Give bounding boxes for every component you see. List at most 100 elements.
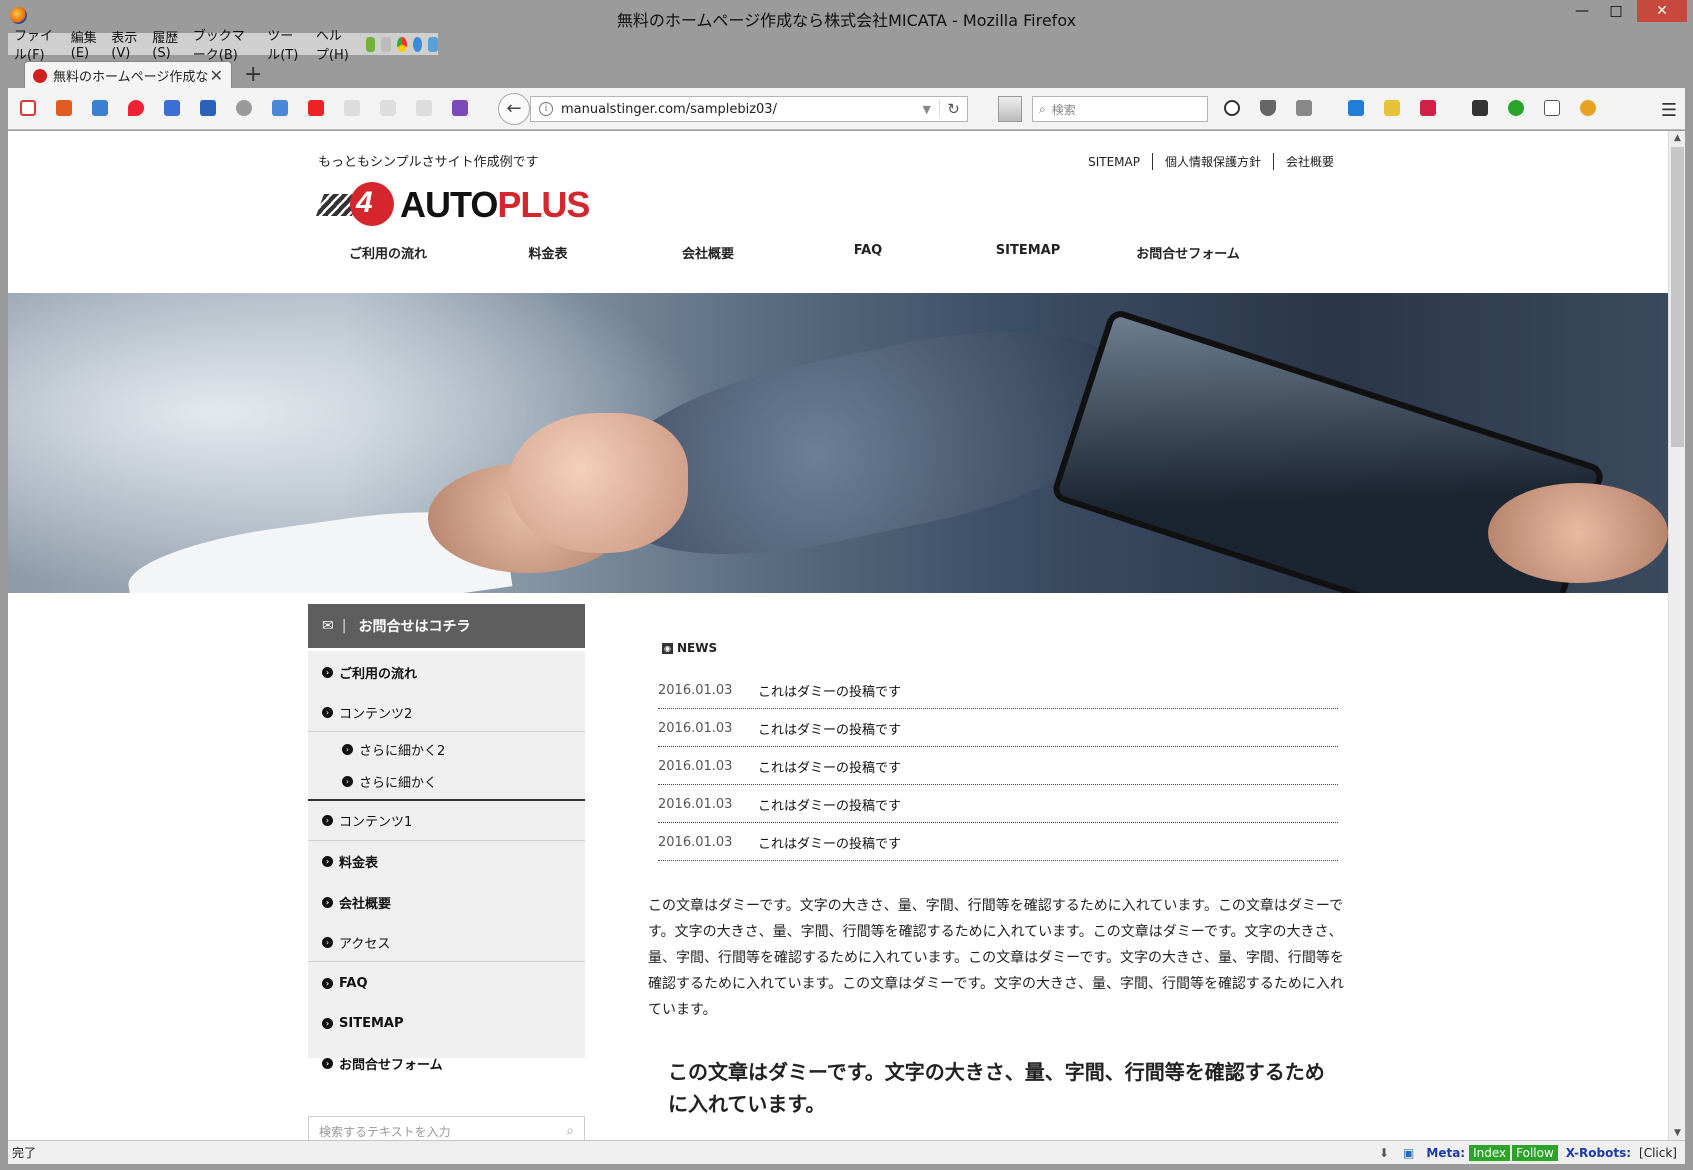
maximize-button[interactable]: □ <box>1601 0 1631 22</box>
toolbar-button[interactable] <box>998 96 1022 122</box>
bookmark-icon[interactable] <box>200 100 216 116</box>
envelope-icon: ✉ <box>322 618 334 634</box>
sidebar-search-input[interactable]: 検索するテキストを入力 ⌕ <box>308 1116 585 1140</box>
pocket-icon[interactable] <box>1260 100 1276 116</box>
sidebar-item-company[interactable]: › 会社概要 <box>308 881 585 923</box>
bookmark-icon[interactable] <box>344 100 360 116</box>
news-title[interactable]: これはダミーの投稿です <box>758 795 901 814</box>
tool-icon[interactable] <box>428 36 438 52</box>
back-button[interactable]: ← <box>498 93 530 125</box>
scroll-thumb[interactable] <box>1671 147 1684 447</box>
meta-follow-badge: Follow <box>1512 1144 1558 1161</box>
sidebar-subitem-detail2[interactable]: › さらに細かく2 <box>308 733 585 765</box>
xrobots-click[interactable]: [Click] <box>1635 1146 1685 1160</box>
sidebar-item-pricing[interactable]: › 料金表 <box>308 841 585 881</box>
header-link-company[interactable]: 会社概要 <box>1272 153 1346 170</box>
news-row[interactable]: 2016.01.03 これはダミーの投稿です <box>658 749 1338 785</box>
nav-item-pricing[interactable]: 料金表 <box>468 243 628 262</box>
info-icon[interactable]: i <box>539 102 553 116</box>
search-input[interactable]: ⌕ 検索 <box>1032 96 1208 122</box>
nav-item-contact[interactable]: お問合せフォーム <box>1108 243 1268 262</box>
news-date: 2016.01.03 <box>658 683 733 698</box>
feed-icon[interactable] <box>381 36 392 52</box>
gear-icon[interactable] <box>236 100 252 116</box>
maps-icon[interactable] <box>128 100 144 116</box>
body-paragraph: この文章はダミーです。文字の大きさ、量、字間、行間等を確認するために入れています… <box>648 898 1344 1018</box>
header-link-privacy[interactable]: 個人情報保護方針 <box>1151 153 1273 170</box>
nav-item-faq[interactable]: FAQ <box>788 243 948 262</box>
scroll-down-icon[interactable]: ▼ <box>1669 1128 1686 1138</box>
menu-history[interactable]: 履歴(S) <box>146 27 187 61</box>
url-bar[interactable]: i manualstinger.com/samplebiz03/ ▼ ↻ <box>530 96 968 122</box>
download-arrow-icon[interactable]: ⬇ <box>1379 1146 1389 1160</box>
news-row[interactable]: 2016.01.03 これはダミーの投稿です <box>658 673 1338 709</box>
download-icon[interactable] <box>1348 100 1364 116</box>
chevron-circle-icon: › <box>322 1057 333 1069</box>
header-link-sitemap[interactable]: SITEMAP <box>1076 155 1152 169</box>
url-dropdown-icon[interactable]: ▼ <box>915 103 939 116</box>
rss-icon[interactable] <box>56 100 72 116</box>
sidebar-subitem-detail[interactable]: › さらに細かく <box>308 765 585 797</box>
new-tab-button[interactable]: + <box>244 62 262 87</box>
sidebar-item-contact[interactable]: › お問合せフォーム <box>308 1043 585 1083</box>
news-title[interactable]: これはダミーの投稿です <box>758 681 901 700</box>
network-icon[interactable]: ▣ <box>1403 1146 1414 1160</box>
ie-icon[interactable] <box>412 36 423 52</box>
news-title[interactable]: これはダミーの投稿です <box>758 719 901 738</box>
wrench-icon[interactable] <box>1296 100 1312 116</box>
tab-active[interactable]: 無料のホームページ作成なら... ✕ <box>24 61 232 89</box>
info-circle-icon[interactable] <box>1224 100 1240 116</box>
news-row[interactable]: 2016.01.03 これはダミーの投稿です <box>658 787 1338 823</box>
menu-view[interactable]: 表示(V) <box>105 27 146 61</box>
menu-edit[interactable]: 編集(E) <box>65 27 106 61</box>
sidebar-item-faq[interactable]: › FAQ <box>308 963 585 1003</box>
news-title[interactable]: これはダミーの投稿です <box>758 833 901 852</box>
reload-icon[interactable]: ↻ <box>939 100 967 118</box>
navigation-toolbar: ← i manualstinger.com/samplebiz03/ ▼ ↻ ⌕… <box>8 88 1685 130</box>
nav-item-sitemap[interactable]: SITEMAP <box>948 243 1108 262</box>
search-icon: ⌕ <box>1039 101 1046 116</box>
sidebar-item-contents2[interactable]: › コンテンツ2 <box>308 693 585 731</box>
site-logo[interactable]: 4 AUTO PLUS <box>315 179 620 231</box>
translate-icon[interactable] <box>272 100 288 116</box>
gmail-icon[interactable] <box>20 100 36 116</box>
bookmark-icon[interactable] <box>380 100 396 116</box>
search-icon[interactable]: ⌕ <box>566 1123 574 1139</box>
chevron-circle-icon: › <box>322 666 333 678</box>
url-text[interactable]: manualstinger.com/samplebiz03/ <box>561 102 915 117</box>
tag-icon[interactable] <box>1384 100 1400 116</box>
nav-item-company[interactable]: 会社概要 <box>628 243 788 262</box>
power-icon[interactable] <box>1508 100 1524 116</box>
sidebar-item-flow[interactable]: › ご利用の流れ <box>308 651 585 693</box>
calendar-icon[interactable] <box>164 100 180 116</box>
chevron-circle-icon: › <box>322 706 333 718</box>
close-window-button[interactable]: ✕ <box>1637 0 1687 22</box>
screenshot-icon[interactable] <box>1544 100 1560 116</box>
news-row[interactable]: 2016.01.03 これはダミーの投稿です <box>658 825 1338 861</box>
search-bookmark-icon[interactable] <box>92 100 108 116</box>
chrome-icon[interactable] <box>397 36 407 52</box>
sidebar-item-access[interactable]: › アクセス <box>308 923 585 961</box>
qr-icon[interactable] <box>452 100 468 116</box>
addon-icon[interactable] <box>365 36 376 52</box>
s-addon-icon[interactable] <box>1420 100 1436 116</box>
news-title[interactable]: これはダミーの投稿です <box>758 757 901 776</box>
sidebar-item-contents1[interactable]: › コンテンツ1 <box>308 801 585 839</box>
tab-close-icon[interactable]: ✕ <box>210 66 223 85</box>
addon-icon[interactable] <box>1580 100 1596 116</box>
scroll-up-icon[interactable]: ▲ <box>1669 133 1686 143</box>
sidebar-contact-banner[interactable]: ✉ | お問合せはコチラ <box>308 604 585 648</box>
chevron-circle-icon: › <box>322 977 333 989</box>
nav-item-flow[interactable]: ご利用の流れ <box>308 243 468 262</box>
hand-icon[interactable] <box>1472 100 1488 116</box>
status-bar: 完了 ⬇ ▣ Meta: Index Follow X-Robots: [Cli… <box>8 1140 1685 1164</box>
vertical-scrollbar[interactable]: ▲ ▼ <box>1668 131 1685 1140</box>
status-text: 完了 <box>12 1146 37 1160</box>
sidebar-item-sitemap[interactable]: › SITEMAP <box>308 1003 585 1043</box>
minimize-button[interactable]: — <box>1567 0 1597 22</box>
menu-icon[interactable]: ☰ <box>1661 100 1677 121</box>
news-row[interactable]: 2016.01.03 これはダミーの投稿です <box>658 711 1338 747</box>
bookmark-icon[interactable] <box>416 100 432 116</box>
logo-mark: 4 <box>315 180 400 230</box>
youtube-icon[interactable] <box>308 100 324 116</box>
